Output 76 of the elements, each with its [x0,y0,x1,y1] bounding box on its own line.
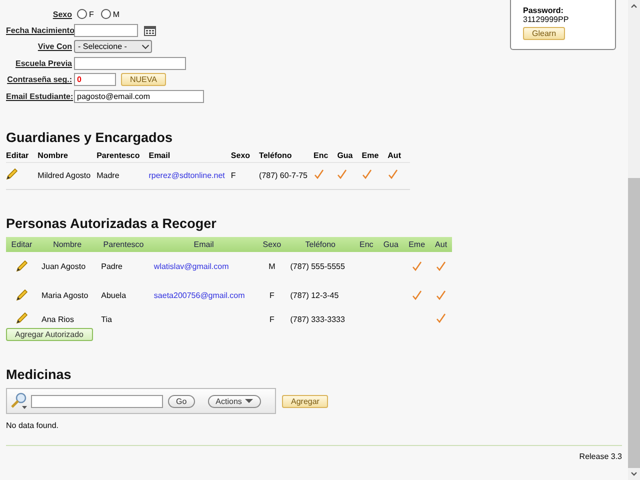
password-label: Password: [523,6,564,15]
table-cell: M [258,252,286,281]
email-field[interactable]: pagosto@email.com [74,90,204,103]
section-heading: Guardianes y Encargados [6,130,174,145]
dropdown[interactable]: - Seleccione - [74,40,152,54]
section-heading: Medicinas [6,367,72,382]
column-header: Gua [378,237,404,252]
column-header: Teléfono [259,151,314,162]
nueva-button[interactable]: NUEVA [121,73,166,86]
column-header: Editar [6,237,38,252]
pencil-icon[interactable] [16,312,28,324]
scrollbar[interactable] [628,0,640,480]
agregar-autorizado-button[interactable]: Agregar Autorizado [6,328,92,341]
release-label: Release 3.3 [578,452,622,461]
table-cell: Mildred Agosto [38,162,97,190]
table-cell: (787) 60-7-75 [259,162,314,190]
column-header: Editar [6,151,38,162]
password-value: 31129999PP [523,15,570,24]
pencil-icon[interactable] [16,288,28,300]
text-field[interactable] [74,56,186,70]
password-field[interactable]: 0 [74,73,116,86]
radio-button[interactable] [100,9,111,20]
column-header: Eme [362,151,388,162]
glearn-button[interactable]: Glearn [523,27,566,40]
section-heading: Personas Autorizadas a Recoger [6,216,218,231]
email-link[interactable]: rperez@sdtonline.net [148,170,225,180]
field-label[interactable]: Contraseña seg.: [7,75,72,84]
date-field[interactable] [74,24,138,38]
field-label[interactable]: Email Estudiante: [6,92,74,101]
table-cell-text: (787) 333-3333 [289,314,346,326]
radio-label: F [89,10,94,19]
table-cell: (787) 555-5555 [286,252,355,281]
calendar-icon[interactable] [144,25,156,36]
table-cell-text: Ana Rios [40,314,75,326]
email-link[interactable]: saeta200756@gmail.com [154,291,245,300]
column-header: Parentesco [97,237,150,252]
field-label[interactable]: Sexo [52,10,72,19]
column-header: Aut [430,237,452,252]
table-cell: Madre [96,162,149,190]
column-header: Sexo [258,237,286,252]
radio-label: M [112,10,120,19]
column-header: Eme [403,237,430,252]
field-label[interactable]: Escuela Previa [16,58,72,68]
table-cell-text: Maria Agosto [40,290,90,302]
table-cell-text: Tia [100,314,113,326]
go-button[interactable]: Go [168,394,195,408]
field-label[interactable]: Vive Con [38,42,72,52]
email-link[interactable]: wlatislav@gmail.com [154,262,229,271]
scrollbar-thumb[interactable] [628,178,640,468]
column-header: Email [150,237,258,252]
pencil-icon[interactable] [6,168,18,180]
table-cell-text: F [268,314,276,326]
table-cell: Padre [97,252,150,281]
search-icon[interactable] [10,392,28,410]
empty-message: No data found. [6,421,60,430]
actions-button[interactable]: Actions [208,394,261,408]
table-cell: F [230,162,260,190]
radio-button[interactable] [77,9,87,20]
table-cell-text: Abuela [100,290,128,302]
pencil-icon[interactable] [16,260,28,272]
column-header: Sexo [230,151,260,162]
agregar-button[interactable]: Agregar [282,394,328,408]
field-label[interactable]: Fecha Nacimiento [6,26,74,36]
search-field[interactable] [31,394,163,408]
table-cell-text: F [268,290,276,302]
column-header: Enc [314,151,338,162]
column-header: Gua [337,151,362,162]
column-header: Parentesco [96,151,149,162]
column-header: Nombre [38,151,97,162]
column-header: Nombre [38,237,98,252]
table-cell: Juan Agosto [38,252,98,281]
column-header: Teléfono [286,237,355,252]
table-cell-text: (787) 12-3-45 [289,290,340,302]
column-header: Aut [388,151,410,162]
column-header: Enc [354,237,378,252]
column-header: Email [148,151,231,162]
